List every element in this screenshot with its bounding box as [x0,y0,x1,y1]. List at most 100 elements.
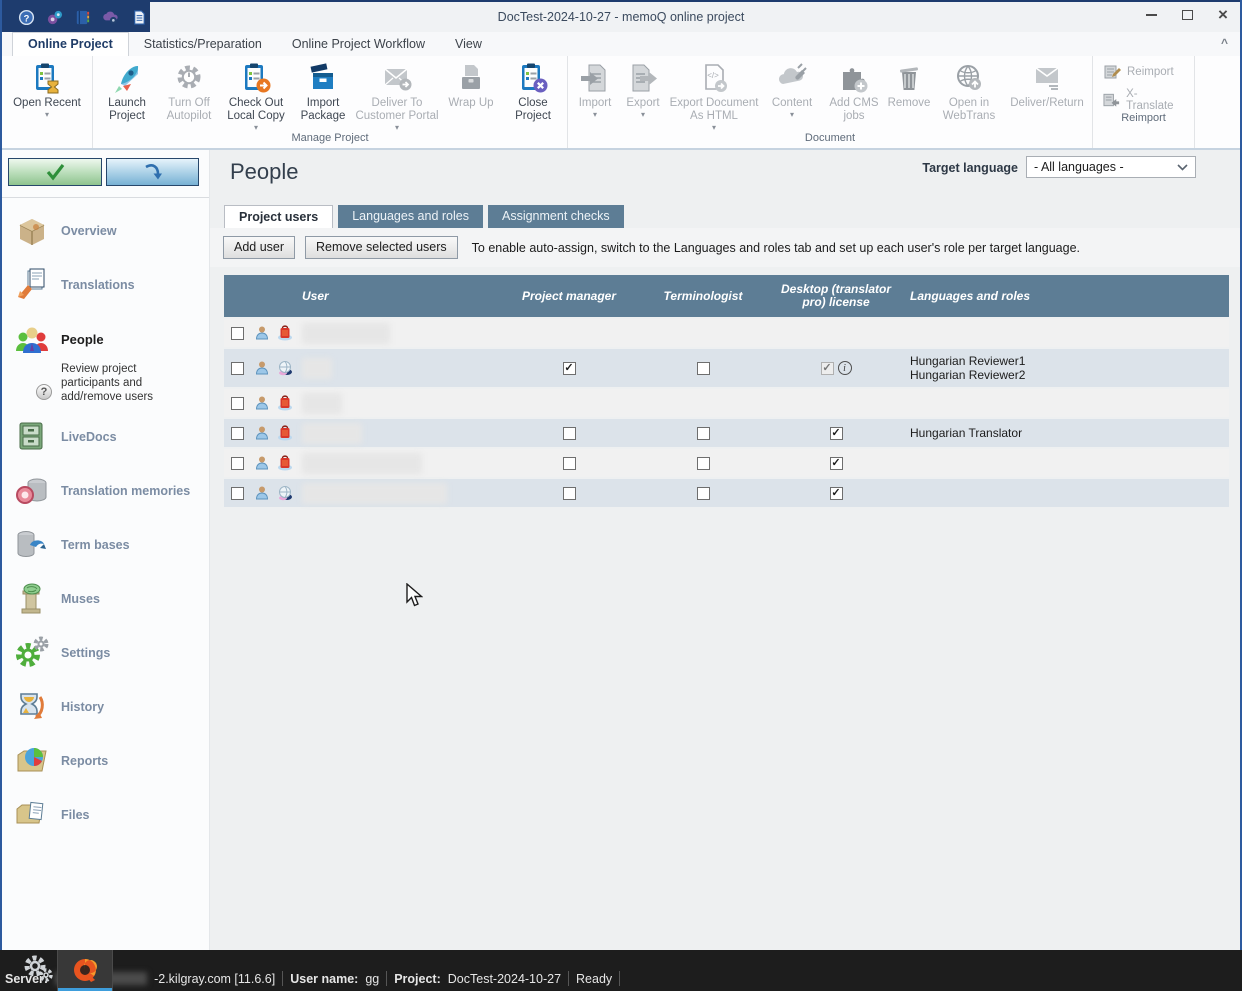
table-row[interactable] [224,479,1229,507]
desktop-license-checkbox[interactable] [830,427,843,440]
desktop-license-checkbox[interactable] [821,362,834,375]
globe-user-icon [277,485,293,501]
user-icon [254,360,270,376]
reports-icon [14,743,50,779]
sidebar-item-translations[interactable]: Translations [2,258,209,312]
column-header-project-manager[interactable]: Project manager [494,290,644,303]
remove-button[interactable]: Remove [885,59,933,131]
open-in-webtrans-button[interactable]: Open in WebTrans [933,59,1005,131]
maximize-button[interactable] [1180,8,1194,22]
open-recent-button[interactable]: Open Recent ▾ [5,59,89,131]
sidebar-item-history[interactable]: History [2,680,209,734]
import-package-button[interactable]: Import Package [292,59,354,131]
launch-project-icon [111,62,143,94]
blurred-username [302,393,342,414]
target-language-select[interactable]: - All languages - [1026,156,1196,178]
sync-refresh-button[interactable] [106,158,200,186]
collapse-ribbon-icon[interactable]: ^ [1221,36,1228,50]
language-role: Hungarian Reviewer1 [910,354,1229,368]
column-header-languages-roles[interactable]: Languages and roles [910,289,1229,303]
tab-online-project[interactable]: Online Project [12,32,129,56]
turn-off-autopilot-button[interactable]: Turn Off Autopilot [158,59,220,131]
reimport-button[interactable]: Reimport [1103,64,1182,80]
tab-assignment-checks[interactable]: Assignment checks [488,205,624,228]
minimize-button[interactable] [1144,8,1158,22]
row-checkbox[interactable] [231,362,244,375]
sidebar-item-settings[interactable]: Settings [2,626,209,680]
sidebar-item-translation-memories[interactable]: Translation memories [2,464,209,518]
launch-project-button[interactable]: Launch Project [96,59,158,131]
table-row[interactable] [224,319,1229,347]
main-content: People Target language - All languages -… [210,150,1240,950]
question-icon: ? [36,384,52,400]
table-row[interactable] [224,389,1229,417]
server-value: -2.kilgray.com [11.6.6] [154,972,275,986]
column-header-desktop-license[interactable]: Desktop (translator pro) license [762,283,910,309]
import-button[interactable]: Import ▾ [571,59,619,131]
close-button[interactable]: × [1216,8,1230,22]
row-checkbox[interactable] [231,397,244,410]
content-button[interactable]: Content ▾ [761,59,823,131]
user-icon [254,425,270,441]
sidebar-item-reports[interactable]: Reports [2,734,209,788]
terminologist-checkbox[interactable] [697,427,710,440]
language-role: Hungarian Reviewer2 [910,368,1229,382]
remove-selected-users-button[interactable]: Remove selected users [305,236,458,259]
table-row[interactable] [224,449,1229,477]
wrap-up-button[interactable]: Wrap Up [440,59,502,131]
muses-icon [14,581,50,617]
livedocs-icon [14,419,50,455]
check-out-local-copy-button[interactable]: Check Out Local Copy ▾ [220,59,292,132]
pm-checkbox[interactable] [563,487,576,500]
terminologist-checkbox[interactable] [697,362,710,375]
table-row[interactable]: i Hungarian Reviewer1 Hungarian Reviewer… [224,349,1229,387]
desktop-license-checkbox[interactable] [830,457,843,470]
tab-online-project-workflow[interactable]: Online Project Workflow [277,33,440,56]
chevron-down-icon [1177,164,1188,171]
tab-statistics-preparation[interactable]: Statistics/Preparation [129,33,277,56]
row-checkbox[interactable] [231,427,244,440]
wrap-up-icon [455,62,487,94]
export-document-as-html-button[interactable]: </> Export Document As HTML ▾ [667,59,761,132]
row-checkbox[interactable] [231,457,244,470]
pm-checkbox[interactable] [563,457,576,470]
globe-user-icon [277,360,293,376]
terminologist-checkbox[interactable] [697,457,710,470]
column-header-user[interactable]: User [302,289,494,303]
deliver-return-button[interactable]: Deliver/Return [1005,59,1089,131]
check-out-icon [240,62,272,94]
desktop-license-checkbox[interactable] [830,487,843,500]
terminologist-checkbox[interactable] [697,487,710,500]
pm-checkbox[interactable] [563,362,576,375]
sidebar-item-overview[interactable]: Overview [2,204,209,258]
taskbar-memoq-button[interactable] [57,950,113,991]
column-header-terminologist[interactable]: Terminologist [644,290,762,303]
deliver-to-customer-portal-button[interactable]: Deliver To Customer Portal ▾ [354,59,440,132]
info-icon[interactable]: i [838,361,852,375]
tab-project-users[interactable]: Project users [224,205,333,228]
add-user-button[interactable]: Add user [223,236,295,259]
people-tabs: Project users Languages and roles Assign… [224,205,624,228]
close-project-button[interactable]: Close Project [502,59,564,131]
export-button[interactable]: Export ▾ [619,59,667,131]
sidebar-item-muses[interactable]: Muses [2,572,209,626]
export-icon [627,62,659,94]
sidebar-item-people[interactable]: People [2,312,209,366]
toolbox-icon [277,395,293,411]
sidebar-item-files[interactable]: Files [2,788,209,842]
table-row[interactable]: Hungarian Translator [224,419,1229,447]
row-checkbox[interactable] [231,487,244,500]
add-cms-jobs-button[interactable]: Add CMS jobs [823,59,885,131]
x-translate-button[interactable]: X-Translate [1103,88,1182,112]
translation-memories-icon [14,473,50,509]
apply-changes-button[interactable] [8,158,102,186]
tab-languages-and-roles[interactable]: Languages and roles [338,205,483,228]
settings-icon [14,635,50,671]
blurred-username [302,453,422,474]
sidebar-item-livedocs[interactable]: LiveDocs [2,410,209,464]
taskbar-gears-icon[interactable] [20,951,56,987]
pm-checkbox[interactable] [563,427,576,440]
row-checkbox[interactable] [231,327,244,340]
sidebar-item-term-bases[interactable]: Term bases [2,518,209,572]
tab-view[interactable]: View [440,33,497,56]
